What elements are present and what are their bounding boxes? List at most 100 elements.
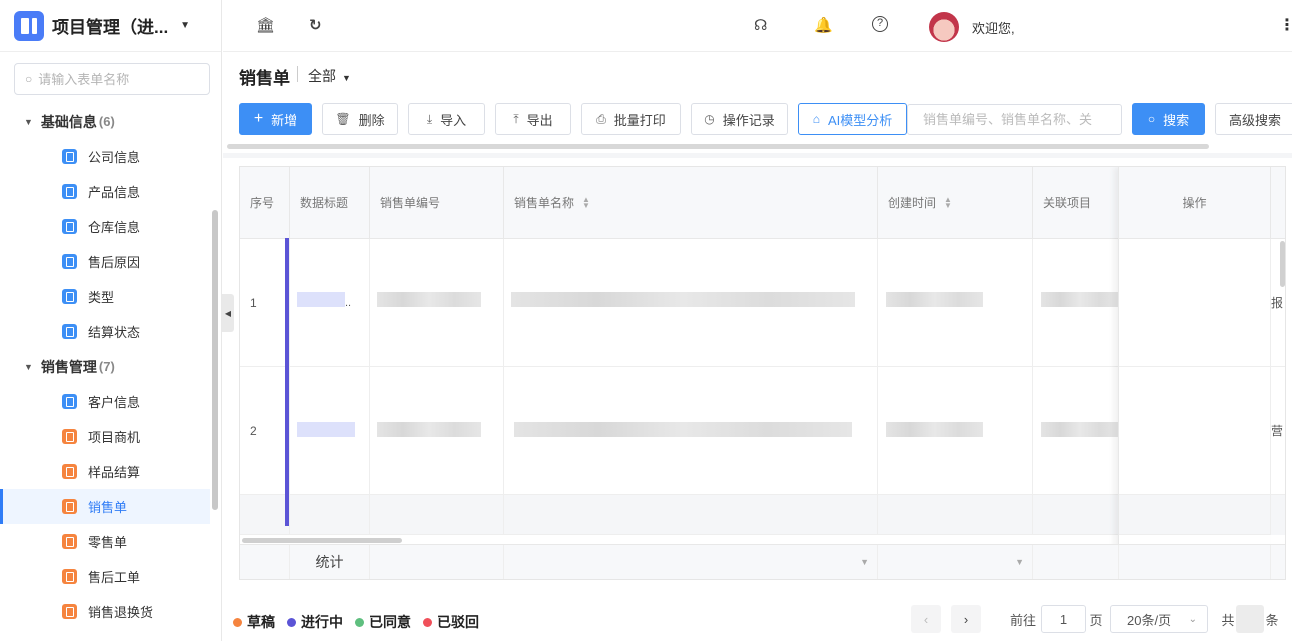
sidebar-item-product[interactable]: 产品信息 <box>0 174 210 209</box>
col-header-label: 创建时间 <box>888 196 937 210</box>
sidebar-item-opportunity[interactable]: 项目商机 <box>0 419 210 454</box>
cell-index: 1 <box>240 239 290 367</box>
redacted-text <box>1041 292 1119 307</box>
table-horizontal-scrollbar[interactable] <box>242 538 402 543</box>
export-button[interactable]: ⤒ 导出 <box>495 103 571 135</box>
sort-icon[interactable]: ▲ ▼ <box>582 195 590 209</box>
sidebar-item-settlement-status[interactable]: 结算状态 <box>0 314 210 349</box>
collapse-sidebar-button[interactable]: ◀ <box>222 294 234 332</box>
search-button[interactable]: ○ 搜索 <box>1132 103 1205 135</box>
col-header-index: 序号 <box>240 167 290 239</box>
cell-order-name <box>504 495 878 535</box>
cell-title[interactable] <box>290 367 370 495</box>
cell-index: 2 <box>240 367 290 495</box>
col-header-order-name[interactable]: 销售单名称 ▲ ▼ <box>504 167 878 239</box>
redacted-text <box>514 422 852 437</box>
op-log-button[interactable]: ◷ 操作记录 <box>691 103 788 135</box>
help-icon[interactable]: ? <box>872 16 888 32</box>
cell-project <box>1033 495 1119 535</box>
import-label: 导入 <box>440 112 467 128</box>
col-header-spacer <box>1271 167 1285 239</box>
page-number-input[interactable] <box>1041 605 1086 633</box>
prev-page-button[interactable]: ‹ <box>911 605 941 633</box>
plus-icon: + <box>253 110 264 127</box>
sidebar-scrollbar[interactable] <box>212 210 218 510</box>
summary-cell <box>1119 545 1271 579</box>
caret-down-icon: ▼ <box>860 557 869 567</box>
op-log-label: 操作记录 <box>722 112 775 128</box>
status-dot-icon <box>287 617 296 627</box>
table-vertical-scrollbar[interactable] <box>1280 241 1285 287</box>
cell-title[interactable]: .. <box>290 239 370 367</box>
toolbar-scrollbar[interactable] <box>227 144 1209 149</box>
redacted-text <box>377 422 481 437</box>
form-search-box: ○ <box>14 63 210 95</box>
sidebar-item-warehouse[interactable]: 仓库信息 <box>0 209 210 244</box>
form-icon <box>62 429 77 444</box>
next-page-button[interactable]: › <box>951 605 981 633</box>
sidebar-item-retail-order[interactable]: 零售单 <box>0 524 210 559</box>
sidebar-item-company[interactable]: 公司信息 <box>0 139 210 174</box>
status-dot-icon <box>233 617 242 627</box>
chevron-right-icon: › <box>963 611 969 627</box>
ai-label: AI模型分析 <box>827 112 893 128</box>
search-label: 搜索 <box>1163 112 1190 128</box>
search-icon: ○ <box>25 72 33 86</box>
cell-order-no <box>370 495 504 535</box>
sidebar-item-type[interactable]: 类型 <box>0 279 210 314</box>
sidebar-item-customer[interactable]: 客户信息 <box>0 384 210 419</box>
headset-icon[interactable]: ☊ <box>754 16 767 34</box>
bell-icon[interactable]: 🔔 <box>814 16 833 34</box>
add-button[interactable]: + 新增 <box>239 103 312 135</box>
refresh-icon[interactable]: ↻ <box>309 16 322 34</box>
sidebar-item-aftersale-reason[interactable]: 售后原因 <box>0 244 210 279</box>
delete-label: 删除 <box>358 112 385 128</box>
page-size-select[interactable]: 20条/页 ⌄ <box>1110 605 1208 633</box>
summary-cell <box>1033 545 1119 579</box>
redacted-text <box>511 292 855 307</box>
import-button[interactable]: ⤓ 导入 <box>408 103 485 135</box>
more-menu-icon[interactable]: ⋮ <box>1279 15 1292 35</box>
cell-created <box>878 239 1033 367</box>
total-prefix: 共 <box>1221 612 1235 628</box>
section-divider <box>223 153 1292 158</box>
caret-down-icon[interactable]: ▼ <box>180 20 190 31</box>
batch-print-button[interactable]: ⎙ 批量打印 <box>581 103 681 135</box>
legend-rejected: 已驳回 <box>423 612 479 632</box>
group-basic-info[interactable]: ▼ 基础信息 (6) <box>0 104 210 139</box>
summary-cell-dropdown[interactable]: ▼ <box>878 545 1033 579</box>
form-icon <box>62 289 77 304</box>
app-switcher[interactable]: 项目管理（进... ▼ <box>0 0 221 52</box>
actions-column-fixed <box>1118 167 1270 579</box>
sidebar-item-label: 公司信息 <box>88 150 141 165</box>
sidebar-item-sample-settlement[interactable]: 样品结算 <box>0 454 210 489</box>
bank-icon[interactable]: 🏛 <box>256 16 275 34</box>
form-icon <box>62 149 77 164</box>
caret-down-icon: ▼ <box>24 116 33 127</box>
sidebar-item-sales-order[interactable]: 销售单 <box>0 489 210 524</box>
sidebar-item-label: 客户信息 <box>88 395 141 410</box>
keyword-search-input[interactable] <box>907 104 1122 135</box>
total-suffix: 条 <box>1265 612 1279 628</box>
form-tree: ▼ 基础信息 (6) 公司信息 产品信息 仓库信息 售后原因 类型 结算状态 ▼… <box>0 104 210 629</box>
form-search-input[interactable] <box>38 71 189 87</box>
sidebar-item-sales-return[interactable]: 销售退换货 <box>0 594 210 629</box>
ai-analysis-button[interactable]: ⌂ AI模型分析 <box>798 103 907 135</box>
form-icon <box>62 219 77 234</box>
form-icon <box>62 534 77 549</box>
col-header-created[interactable]: 创建时间 ▲ ▼ <box>878 167 1033 239</box>
sidebar-item-label: 销售退换货 <box>88 605 154 620</box>
summary-cell-dropdown[interactable]: ▼ <box>504 545 878 579</box>
advanced-search-button[interactable]: 高级搜索 <box>1215 103 1292 135</box>
group-sales-management[interactable]: ▼ 销售管理 (7) <box>0 349 210 384</box>
delete-button[interactable]: 🗑 删除 <box>322 103 398 135</box>
view-filter-dropdown[interactable]: 全部 ▼ <box>308 66 351 86</box>
avatar[interactable] <box>929 12 959 42</box>
cell-title <box>290 495 370 535</box>
add-label: 新增 <box>271 112 298 128</box>
welcome-text: 欢迎您, <box>972 21 1015 36</box>
form-icon <box>62 254 77 269</box>
sort-icon[interactable]: ▲ ▼ <box>944 195 952 209</box>
sidebar-item-aftersale-ticket[interactable]: 售后工单 <box>0 559 210 594</box>
form-icon <box>62 184 77 199</box>
